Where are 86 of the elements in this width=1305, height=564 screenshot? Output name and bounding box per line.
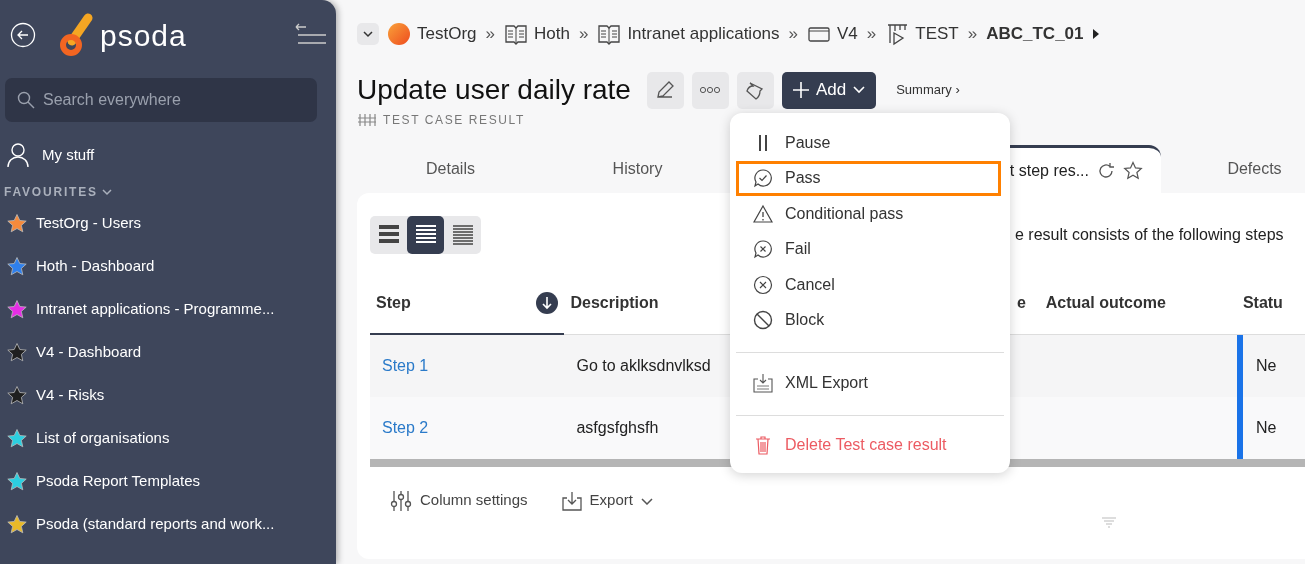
column-settings-button[interactable]: Column settings [390, 488, 528, 513]
column-header[interactable]: e [1016, 290, 1026, 315]
menu-item[interactable]: Pause [736, 125, 1004, 161]
tab[interactable]: History [544, 145, 731, 193]
resize-handle-icon[interactable] [1101, 517, 1117, 529]
dropdown-button[interactable] [357, 23, 379, 45]
chevron-down-icon[interactable] [101, 188, 112, 196]
menu-item[interactable]: XML Export [736, 365, 1004, 401]
separator: » [788, 23, 798, 46]
check-bubble-icon [753, 168, 773, 189]
search-field[interactable]: Search everywhere [5, 78, 317, 122]
table-cell-text: Ne [1255, 417, 1277, 438]
chevron-down-icon [852, 85, 867, 95]
star-outline-icon [1123, 160, 1143, 181]
rows-icon [450, 223, 475, 247]
warning-icon [753, 203, 773, 224]
export-button[interactable]: Export [561, 488, 653, 513]
block-icon [753, 310, 773, 331]
table-cell: Go to aklksdnvlksd [576, 356, 711, 374]
step-link[interactable]: Step 1 [382, 356, 429, 374]
more-icon [699, 86, 722, 94]
favourite-link[interactable]: V4 - Risks [36, 384, 105, 407]
edit-button[interactable] [646, 71, 684, 109]
test-tubes-icon [885, 22, 910, 46]
org-logo-icon [387, 22, 411, 46]
sort-down-icon[interactable] [536, 291, 559, 314]
favourite-link[interactable]: V4 - Dashboard [36, 341, 142, 364]
user-icon [6, 142, 30, 168]
menu-item[interactable]: Block [736, 302, 1004, 338]
xml-export-icon [753, 372, 773, 393]
add-button[interactable]: Add [781, 71, 877, 109]
breadcrumb-current[interactable]: ABC_TC_01 [986, 21, 1084, 47]
tab[interactable]: Defects [1161, 145, 1305, 193]
view-toggle[interactable] [407, 216, 444, 254]
breadcrumb-link[interactable]: V4 [837, 21, 858, 47]
column-header[interactable]: Description [570, 290, 659, 315]
book-icon [504, 23, 528, 45]
favourite-link[interactable]: Psoda Report Templates [36, 470, 200, 493]
breadcrumb-link[interactable]: Intranet applications [627, 21, 780, 47]
my-stuff-link[interactable]: My stuff [42, 143, 95, 167]
favourite-link[interactable]: Psoda (standard reports and work... [36, 513, 275, 536]
menu-item[interactable]: Pass [736, 160, 1001, 196]
more-button[interactable] [691, 71, 729, 109]
download-icon [561, 490, 582, 511]
sliders-icon [390, 488, 412, 513]
page-title: Update user daily rate [357, 73, 631, 107]
test-tubes-icon [357, 113, 377, 127]
record-type-label: TEST CASE RESULT [383, 112, 525, 129]
board-icon [807, 24, 831, 44]
refresh-icon [1097, 161, 1115, 180]
column-header[interactable]: Actual outcome [1045, 290, 1166, 315]
table-cell-text: Ne [1255, 355, 1277, 376]
column-header[interactable]: Statu [1242, 290, 1283, 315]
column-header[interactable]: Step [376, 290, 411, 315]
favourite-link[interactable]: Hoth - Dashboard [36, 255, 155, 278]
menu-item[interactable]: Conditional pass [736, 196, 1004, 232]
trash-icon [753, 435, 773, 456]
intro-text: e result consists of the following steps [1015, 225, 1284, 245]
menu-icon[interactable] [294, 23, 326, 47]
chevron-down-icon [640, 496, 653, 505]
menu-item[interactable]: Fail [736, 231, 1004, 267]
favourite-link[interactable]: TestOrg - Users [36, 212, 141, 235]
chevron-down-icon [363, 30, 373, 38]
bell-button[interactable] [736, 71, 774, 109]
breadcrumb-link[interactable]: TestOrg [417, 21, 477, 47]
step-link[interactable]: Step 2 [382, 418, 429, 436]
logo-text: psoda [100, 17, 187, 54]
cross-bubble-icon [753, 239, 773, 260]
breadcrumb-link[interactable]: TEST [915, 21, 959, 47]
search-icon [17, 91, 35, 109]
tab[interactable]: Details [357, 145, 544, 193]
favourite-link[interactable]: Intranet applications - Programme... [36, 298, 275, 321]
section-heading: FAVOURITES [4, 184, 98, 201]
back-icon[interactable] [10, 22, 36, 48]
book-icon [597, 23, 622, 45]
separator: » [485, 23, 495, 46]
cancel-icon [753, 274, 773, 295]
summary-link[interactable]: Summary › [896, 80, 960, 100]
favourite-link[interactable]: List of organisations [36, 427, 170, 450]
separator: » [578, 23, 589, 46]
table-cell: asfgsfghsfh [576, 418, 659, 436]
separator: » [866, 23, 877, 46]
separator: » [967, 23, 978, 46]
plus-icon [791, 81, 810, 99]
menu-item[interactable]: Cancel [736, 267, 1004, 303]
breadcrumb-link[interactable]: Hoth [534, 21, 570, 47]
